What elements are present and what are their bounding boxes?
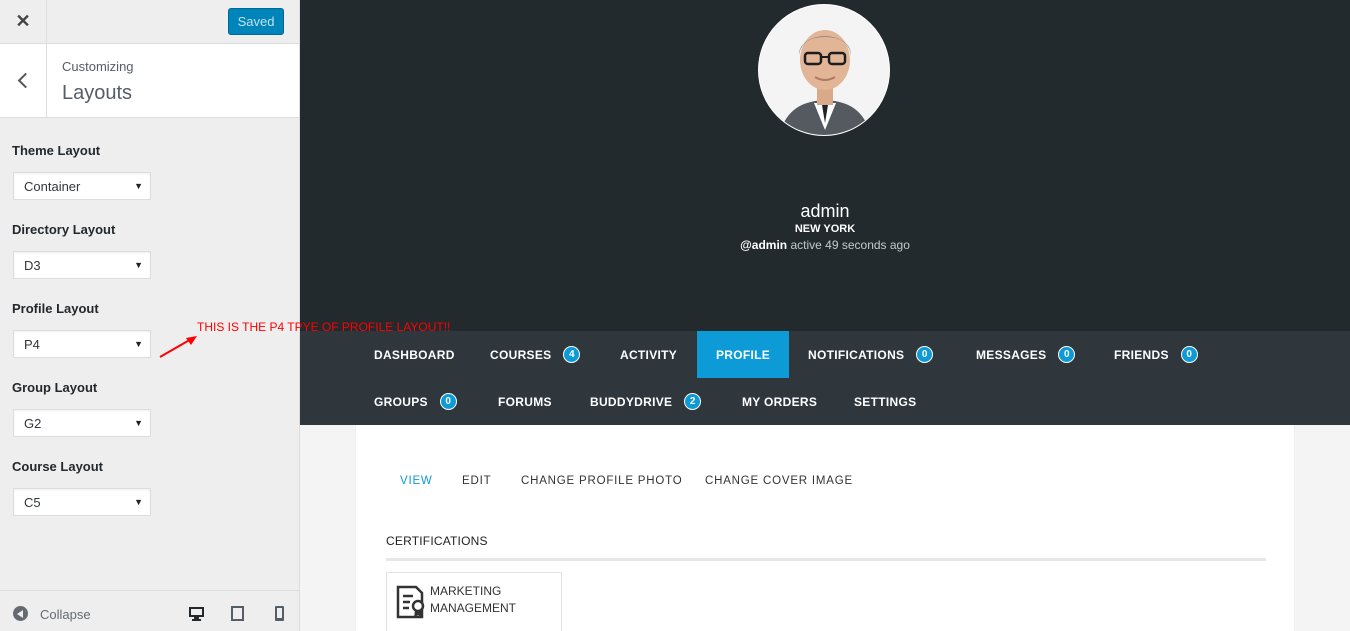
nav-activity[interactable]: ACTIVITY — [620, 331, 677, 378]
nav-courses-label: COURSES — [490, 347, 552, 362]
chevron-left-icon — [17, 72, 34, 89]
group-layout-value: G2 — [24, 415, 42, 431]
divider — [386, 558, 1266, 561]
certifications-heading: CERTIFICATIONS — [386, 534, 488, 548]
user-location: NEW YORK — [794, 223, 856, 235]
dropdown-arrow-icon: ▼ — [134, 260, 143, 270]
nav-friends-count: 0 — [1180, 346, 1198, 363]
certificate-title: MARKETING MANAGEMENT — [430, 584, 517, 615]
nav-buddydrive-count: 2 — [684, 393, 702, 410]
profile-layout-select[interactable]: P4 ▼ — [13, 330, 151, 358]
nav-activity-label: ACTIVITY — [620, 347, 678, 362]
nav-friends[interactable]: FRIENDS 0 — [1114, 331, 1198, 378]
user-meta: @admin active 49 seconds ago — [300, 238, 1350, 252]
nav-my-orders-label: MY ORDERS — [742, 394, 818, 409]
customizer-footer: Collapse — [0, 590, 299, 631]
section-header: Customizing Layouts — [0, 44, 299, 118]
nav-notifications-count: 0 — [916, 346, 934, 363]
dropdown-arrow-icon: ▼ — [134, 418, 143, 428]
theme-layout-label: Theme Layout — [12, 143, 101, 158]
nav-forums[interactable]: FORUMS — [498, 378, 552, 425]
user-photo — [759, 5, 889, 135]
nav-groups-count: 0 — [439, 393, 457, 410]
close-icon[interactable]: ✕ — [0, 0, 47, 43]
theme-layout-select[interactable]: Container ▼ — [13, 172, 151, 200]
profile-content: VIEW EDIT CHANGE PROFILE PHOTO CHANGE CO… — [355, 425, 1295, 631]
annotation-arrow-icon — [159, 336, 197, 358]
customizer-topbar: ✕ Saved — [0, 0, 299, 44]
user-handle: @admin — [740, 238, 788, 252]
section-title: Layouts — [62, 82, 133, 104]
nav-dashboard[interactable]: DASHBOARD — [374, 331, 455, 378]
course-layout-select[interactable]: C5 ▼ — [13, 488, 151, 516]
profile-cover: admin NEW YORK @admin active 49 seconds … — [300, 0, 1350, 331]
nav-messages[interactable]: MESSAGES 0 — [976, 331, 1076, 378]
nav-buddydrive[interactable]: BUDDYDRIVE 2 — [590, 378, 702, 425]
nav-notifications-label: NOTIFICATIONS — [808, 347, 905, 362]
section-subtitle: Customizing — [62, 59, 134, 74]
certificate-card[interactable]: MARKETING MANAGEMENT — [386, 572, 562, 631]
directory-layout-select[interactable]: D3 ▼ — [13, 251, 151, 279]
page-margin-left — [300, 425, 355, 631]
nav-friends-label: FRIENDS — [1114, 347, 1169, 362]
user-activity: active 49 seconds ago — [790, 238, 910, 252]
group-layout-label: Group Layout — [12, 380, 98, 395]
nav-profile-label: PROFILE — [715, 347, 771, 362]
certificate-icon — [396, 585, 425, 619]
nav-dashboard-label: DASHBOARD — [374, 347, 455, 362]
group-layout-select[interactable]: G2 ▼ — [13, 409, 151, 437]
course-layout-value: C5 — [24, 494, 41, 510]
profile-nav: DASHBOARD COURSES 4 ACTIVITY PROFILE NOT… — [300, 331, 1350, 425]
customizer-sidebar: ✕ Saved Customizing Layouts Theme Layout… — [0, 0, 300, 631]
back-button[interactable] — [0, 44, 47, 117]
site-preview: admin NEW YORK @admin active 49 seconds … — [300, 0, 1350, 631]
nav-notifications[interactable]: NOTIFICATIONS 0 — [808, 331, 934, 378]
desktop-icon[interactable] — [188, 605, 205, 622]
dropdown-arrow-icon: ▼ — [134, 497, 143, 507]
tablet-icon[interactable] — [229, 605, 246, 622]
nav-messages-count: 0 — [1058, 346, 1076, 363]
nav-profile[interactable]: PROFILE — [697, 331, 789, 378]
directory-layout-label: Directory Layout — [12, 222, 116, 237]
page-margin-right — [1295, 425, 1350, 631]
theme-layout-value: Container — [24, 178, 81, 194]
profile-layout-label: Profile Layout — [12, 301, 99, 316]
nav-buddydrive-label: BUDDYDRIVE — [590, 394, 673, 409]
nav-courses[interactable]: COURSES 4 — [490, 331, 581, 378]
nav-groups-label: GROUPS — [374, 394, 428, 409]
subnav-edit[interactable]: EDIT — [462, 475, 491, 487]
annotation-text: THIS IS THE P4 TPYE OF PROFILE LAYOUT!! — [197, 320, 451, 334]
directory-layout-value: D3 — [24, 257, 41, 273]
profile-layout-value: P4 — [24, 336, 40, 352]
subnav-change-cover-image[interactable]: CHANGE COVER IMAGE — [705, 475, 853, 487]
subnav-change-profile-photo[interactable]: CHANGE PROFILE PHOTO — [521, 475, 682, 487]
saved-button[interactable]: Saved — [228, 8, 284, 35]
collapse-icon[interactable] — [13, 606, 28, 621]
subnav-view[interactable]: VIEW — [400, 475, 433, 487]
nav-forums-label: FORUMS — [498, 394, 552, 409]
nav-messages-label: MESSAGES — [976, 347, 1047, 362]
dropdown-arrow-icon: ▼ — [134, 181, 143, 191]
nav-settings[interactable]: SETTINGS — [854, 378, 916, 425]
avatar[interactable] — [758, 4, 890, 136]
dropdown-arrow-icon: ▼ — [134, 339, 143, 349]
nav-my-orders[interactable]: MY ORDERS — [742, 378, 817, 425]
nav-settings-label: SETTINGS — [854, 394, 917, 409]
user-display-name: admin — [800, 201, 850, 221]
mobile-icon[interactable] — [271, 605, 288, 622]
nav-courses-count: 4 — [563, 346, 581, 363]
collapse-button[interactable]: Collapse — [40, 607, 91, 622]
nav-groups[interactable]: GROUPS 0 — [374, 378, 457, 425]
course-layout-label: Course Layout — [12, 459, 104, 474]
